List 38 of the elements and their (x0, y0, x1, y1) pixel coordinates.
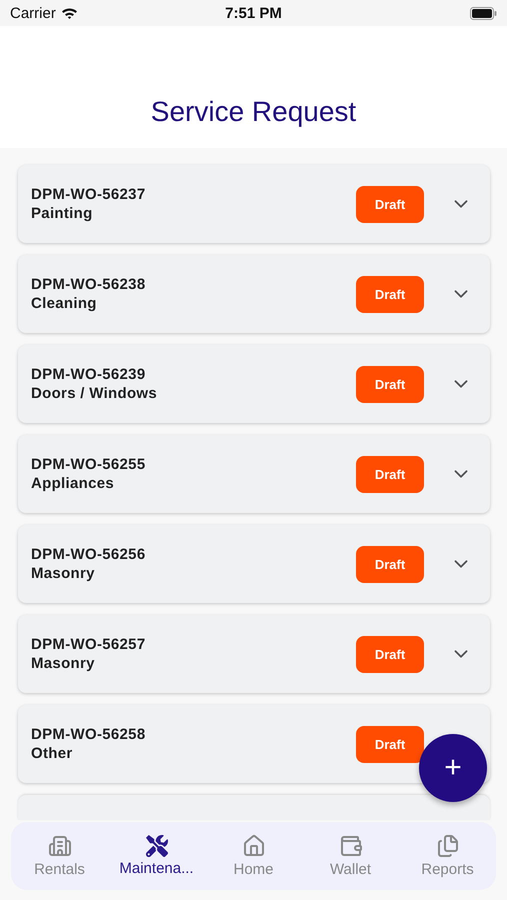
request-card[interactable]: DPM-WO-56257 Masonry Draft (18, 615, 490, 693)
status-badge: Draft (356, 636, 424, 672)
clock: 7:51 PM (224, 4, 283, 22)
request-id: DPM-WO-56258 (31, 726, 146, 743)
request-id: DPM-WO-56256 (31, 546, 146, 563)
status-badge: Draft (356, 546, 424, 582)
request-category: Masonry (31, 565, 96, 582)
request-category: Other (31, 745, 74, 762)
request-card[interactable]: DPM-WO-56239 Doors / Windows Draft (18, 345, 490, 423)
request-card[interactable]: DPM-WO-56255 Appliances Draft (18, 435, 490, 513)
status-badge: Draft (356, 366, 424, 402)
battery-icon (470, 6, 497, 20)
wifi-icon (60, 6, 78, 20)
status-badge: Draft (356, 276, 424, 312)
tab[interactable]: Maintena... (108, 822, 205, 890)
request-id: DPM-WO-56237 (31, 186, 146, 203)
request-category: Appliances (31, 475, 116, 492)
home-icon (242, 834, 266, 858)
request-category: Cleaning (31, 295, 98, 312)
request-id: DPM-WO-56257 (31, 636, 146, 653)
request-category: Doors / Windows (31, 385, 158, 402)
request-category: Painting (31, 205, 94, 222)
tools-icon (146, 835, 168, 857)
building-icon (48, 834, 72, 858)
request-id: DPM-WO-56239 (31, 366, 146, 383)
request-id: DPM-WO-56255 (31, 456, 146, 473)
request-card[interactable]: DPM-WO-56238 Cleaning Draft (18, 255, 490, 333)
status-badge: Draft (356, 186, 424, 222)
documents-icon (436, 834, 460, 858)
request-card[interactable]: DPM-WO-56256 Masonry Draft (18, 525, 490, 603)
status-badge: Draft (356, 456, 424, 492)
carrier-label: Carrier (10, 4, 56, 22)
wallet-icon (338, 834, 362, 858)
page-title: Service Request (150, 96, 356, 128)
status-badge: Draft (356, 726, 424, 762)
request-id: DPM-WO-56238 (31, 276, 146, 293)
request-category: Masonry (31, 655, 96, 672)
request-card[interactable]: DPM-WO-56237 Painting Draft (18, 165, 490, 243)
